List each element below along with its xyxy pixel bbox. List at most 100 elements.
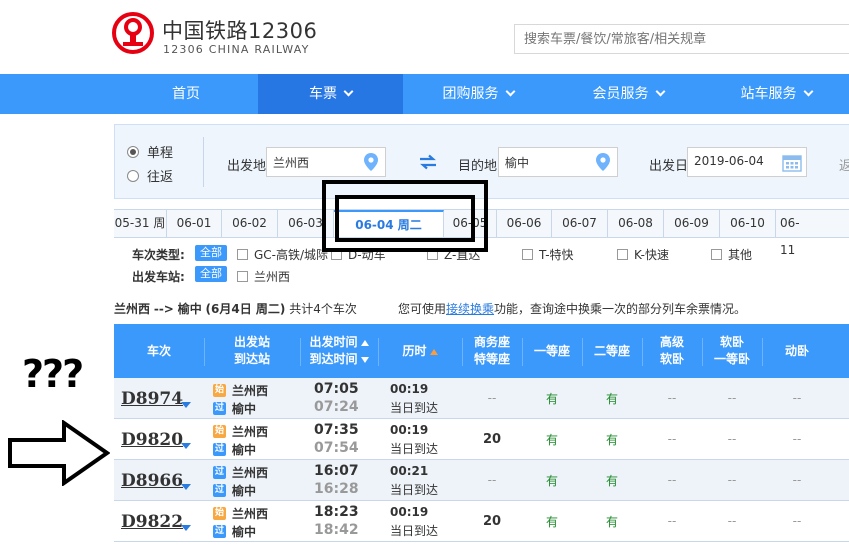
date-field[interactable]: 2019-06-04 <box>687 147 807 177</box>
train-type-label: 车次类型: <box>132 248 185 262</box>
checkbox-icon[interactable] <box>617 249 628 260</box>
nav-item-member[interactable]: 会员服务 <box>553 74 703 114</box>
checkbox-icon[interactable] <box>237 271 248 282</box>
seat-soft: -- <box>727 473 737 487</box>
trip-one-way-option[interactable]: 单程 <box>127 142 173 161</box>
filter-type-d[interactable]: D-动车 <box>331 246 386 263</box>
train-number-link[interactable]: D8974 <box>121 389 183 409</box>
to-label: 目的地 <box>458 159 498 174</box>
station-all-button[interactable]: 全部 <box>195 266 227 282</box>
transfer-link[interactable]: 接续换乘 <box>446 302 494 316</box>
date-tab[interactable]: 05-31 周 <box>114 210 167 237</box>
transfer-note: 您可使用接续换乘功能，查询途中换乘一次的部分列车余票情况。 <box>398 300 746 317</box>
sort-desc-icon[interactable] <box>360 357 369 363</box>
expand-caret-icon[interactable] <box>181 443 191 449</box>
from-station-field[interactable]: 兰州西 <box>266 147 386 177</box>
nav-item-group[interactable]: 团购服务 <box>403 74 553 114</box>
table-row[interactable]: D8974 始兰州西 过榆中 07:05 07:24 00:19 当日到达 --… <box>114 378 849 419</box>
nav-item-tickets[interactable]: 车票 <box>258 74 403 114</box>
date-tab[interactable]: 06-08 <box>608 210 664 237</box>
brand-name-en: 12306 CHINA RAILWAY <box>163 43 310 56</box>
col-times[interactable]: 出发时间 到达时间 <box>300 324 378 378</box>
date-tab[interactable]: 06-01 <box>167 210 222 237</box>
date-tab[interactable]: 06-03 <box>278 210 334 237</box>
date-label: 出发日 <box>649 159 689 174</box>
depart-time: 16:07 <box>314 463 359 479</box>
table-row[interactable]: D8966 过兰州西 过榆中 16:07 16:28 00:21 当日到达 --… <box>114 460 849 501</box>
start-station-tag: 始 <box>213 425 226 438</box>
date-tab[interactable]: 06-06 <box>497 210 552 237</box>
expand-caret-icon[interactable] <box>181 525 191 531</box>
filter-type-t[interactable]: T-特快 <box>522 246 574 263</box>
col-second: 二等座 <box>582 324 642 378</box>
checkbox-icon[interactable] <box>331 249 342 260</box>
location-pin-icon[interactable] <box>363 152 379 172</box>
checkbox-icon[interactable] <box>522 249 533 260</box>
col-special-label: 特等座 <box>473 352 510 366</box>
pass-station-tag: 过 <box>213 466 226 479</box>
date-tab[interactable]: 06-11 <box>776 210 809 257</box>
col-soft-sleeper: 软卧 一等卧 <box>702 324 762 378</box>
nav-label-station: 站车服务 <box>740 86 797 102</box>
table-row[interactable]: D9822 始兰州西 过榆中 18:23 18:42 00:19 当日到达 20… <box>114 501 849 542</box>
train-number-link[interactable]: D9822 <box>121 512 183 532</box>
sort-asc-icon[interactable] <box>429 348 438 355</box>
radio-checked-icon[interactable] <box>127 145 139 158</box>
trip-one-way-label: 单程 <box>147 146 174 161</box>
nav-item-station[interactable]: 站车服务 <box>703 74 849 114</box>
col-deluxe-sleeper: 高级 软卧 <box>642 324 702 378</box>
calendar-icon[interactable] <box>782 153 802 172</box>
nav-item-home[interactable]: 首页 <box>114 74 258 114</box>
trip-round-option[interactable]: 往返 <box>127 166 173 185</box>
col-duration[interactable]: 历时 <box>378 324 462 378</box>
from-station: 始兰州西 <box>213 382 268 399</box>
date-tab[interactable]: 06-10 <box>720 210 776 237</box>
seat-business: 20 <box>482 513 502 529</box>
table-row[interactable]: D9820 始兰州西 过榆中 07:35 07:54 00:19 当日到达 20… <box>114 419 849 460</box>
arrive-note: 当日到达 <box>390 401 439 415</box>
train-number-link[interactable]: D9820 <box>121 430 183 450</box>
arrive-time: 07:54 <box>314 440 359 456</box>
filter-station[interactable]: 兰州西 <box>237 268 290 285</box>
seat-moving: -- <box>792 473 802 487</box>
seat-first: 有 <box>545 514 558 529</box>
expand-caret-icon[interactable] <box>181 484 191 490</box>
seat-second: 有 <box>605 514 618 529</box>
filter-type-k[interactable]: K-快速 <box>617 246 669 263</box>
checkbox-icon[interactable] <box>711 249 722 260</box>
train-type-all-button[interactable]: 全部 <box>195 245 227 261</box>
date-tab[interactable]: 06-07 <box>552 210 608 237</box>
radio-unchecked-icon[interactable] <box>127 169 139 182</box>
train-number-link[interactable]: D8966 <box>121 471 183 491</box>
main-nav: 首页 车票 团购服务 会员服务 站车服务 <box>0 74 849 114</box>
checkbox-icon[interactable] <box>237 249 248 260</box>
seat-first: 有 <box>545 473 558 488</box>
question-marks-annotation: ??? <box>22 352 84 396</box>
checkbox-icon[interactable] <box>427 249 438 260</box>
seat-soft: -- <box>727 514 737 528</box>
location-pin-icon[interactable] <box>595 152 611 172</box>
chevron-down-icon <box>343 86 354 97</box>
col-train-label: 车次 <box>146 343 171 358</box>
expand-caret-icon[interactable] <box>181 402 191 408</box>
site-search-input[interactable] <box>514 24 849 54</box>
filter-type-z[interactable]: Z-直达 <box>427 246 480 263</box>
swap-stations-icon[interactable] <box>418 154 438 170</box>
date-tab[interactable]: 06-09 <box>664 210 720 237</box>
china-railway-logo[interactable] <box>112 12 154 54</box>
date-tab[interactable]: 06-02 <box>222 210 278 237</box>
filter-type-gc[interactable]: GC-高铁/城际 <box>237 246 328 263</box>
depart-time: 18:23 <box>314 504 359 520</box>
seat-moving: -- <box>792 432 802 446</box>
to-station-field[interactable]: 榆中 <box>498 147 618 177</box>
date-tab-selected[interactable]: 06-04 周二 <box>334 210 444 237</box>
filter-type-other[interactable]: 其他 <box>711 246 752 263</box>
date-tab[interactable]: 06-05 <box>444 210 497 237</box>
col-moving-label: 动卧 <box>784 343 809 358</box>
sort-asc-icon[interactable] <box>360 340 369 346</box>
results-table-header: 车次 出发站 到达站 出发时间 到达时间 历时 商务座 特等座 一等座 二等座 … <box>114 324 849 378</box>
seat-first: 有 <box>545 391 558 406</box>
filter-type-t-label: T-特快 <box>539 248 574 262</box>
transfer-note-suffix: 功能，查询途中换乘一次的部分列车余票情况。 <box>494 302 747 316</box>
depart-time: 07:05 <box>314 381 359 397</box>
